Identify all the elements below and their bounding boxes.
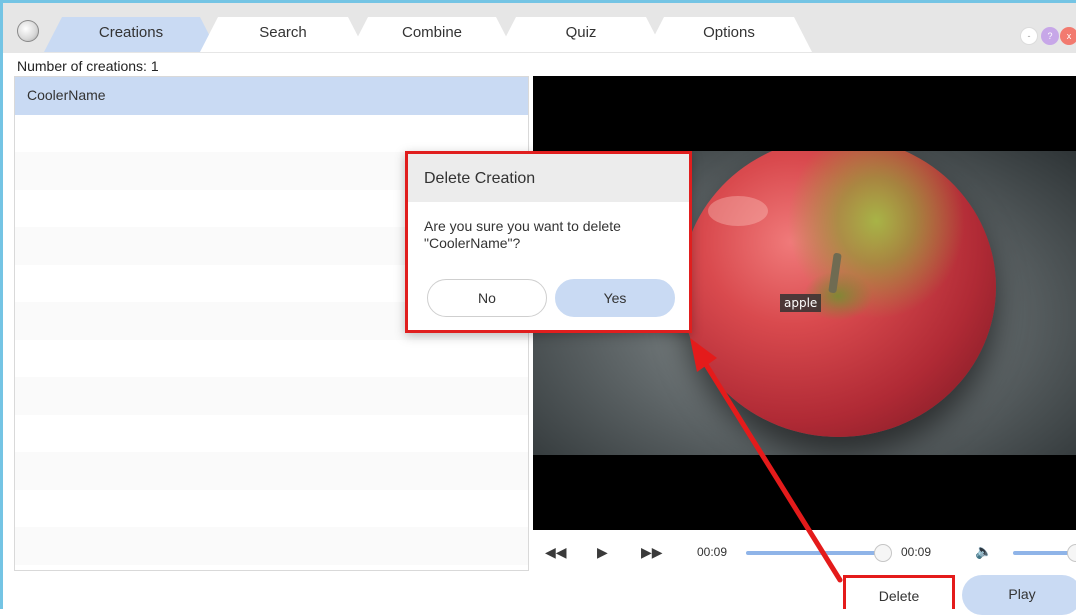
minimize-icon[interactable]: - [1020,27,1038,45]
tab-combine[interactable]: Combine [368,14,496,49]
video-caption: apple [780,294,822,312]
list-item-empty [15,527,528,565]
fast-forward-icon[interactable]: ▶▶ [641,544,663,560]
seek-bar[interactable] [746,551,886,555]
yes-button[interactable]: Yes [555,279,675,317]
play-button[interactable]: Play [962,575,1076,615]
volume-slider[interactable] [1013,551,1073,555]
tab-creations[interactable]: Creations [62,14,200,49]
volume-icon[interactable]: 🔈 [975,543,992,559]
close-icon[interactable]: x [1060,27,1076,45]
list-item-empty [15,415,528,453]
rewind-icon[interactable]: ◀◀ [545,544,567,560]
play-icon[interactable]: ▶ [597,544,608,560]
tab-options[interactable]: Options [664,14,794,49]
list-item-empty [15,452,528,490]
no-button[interactable]: No [427,279,547,317]
list-item[interactable]: CoolerName [15,77,528,115]
list-item-empty [15,340,528,378]
current-time: 00:09 [697,545,728,559]
total-time: 00:09 [901,545,932,559]
delete-button[interactable]: Delete [843,575,955,609]
list-item-empty [15,490,528,528]
list-item-empty [15,115,528,153]
list-item-empty [15,377,528,415]
delete-confirm-dialog: Delete Creation Are you sure you want to… [405,151,692,333]
creations-count-label: Number of creations: 1 [17,58,159,74]
seek-handle[interactable] [874,544,892,562]
dialog-message: Are you sure you want to delete "CoolerN… [424,218,621,251]
media-controls: ◀◀ ▶ ▶▶ 00:09 00:09 🔈 [533,535,1076,571]
apple-highlight [708,196,768,226]
volume-handle[interactable] [1067,544,1076,562]
help-icon[interactable]: ? [1041,27,1059,45]
tab-quiz[interactable]: Quiz [516,14,646,49]
dialog-title: Delete Creation [408,154,689,202]
tab-search[interactable]: Search [218,14,348,49]
